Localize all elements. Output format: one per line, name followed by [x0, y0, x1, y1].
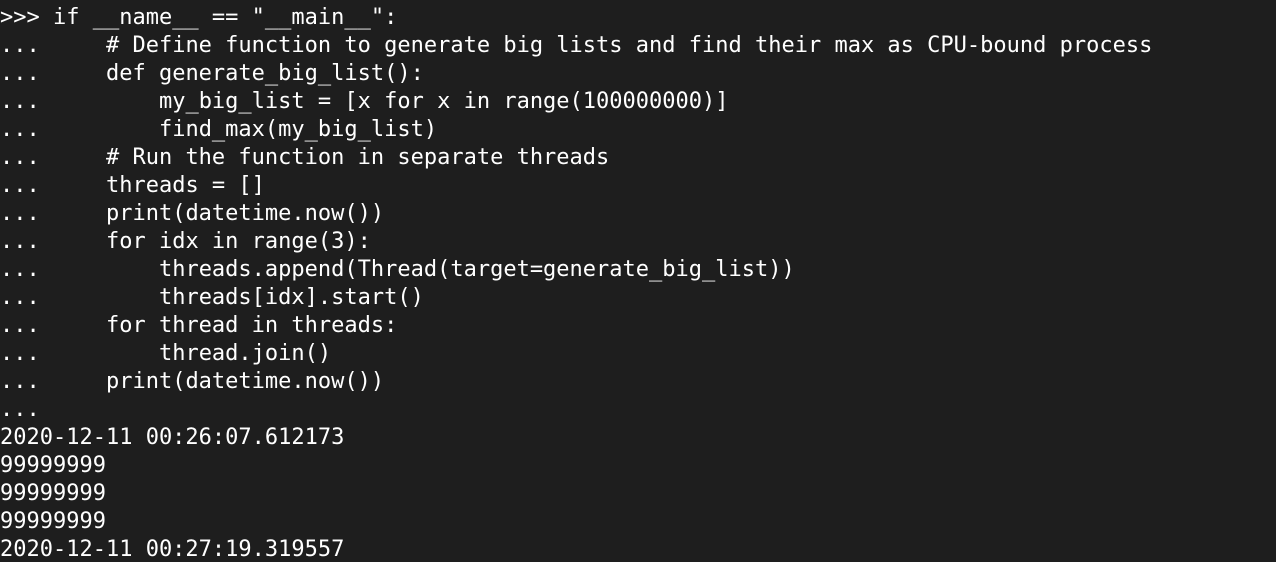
output-line-max-value: 99999999	[0, 481, 106, 506]
repl-line: ... for idx in range(3):	[0, 228, 1276, 256]
repl-line: ... # Define function to generate big li…	[0, 32, 1276, 60]
repl-line: ... threads[idx].start()	[0, 284, 1276, 312]
repl-code: for thread in threads:	[105, 313, 398, 338]
repl-line: ... thread.join()	[0, 340, 1276, 368]
repl-code: threads.append(Thread(target=generate_bi…	[158, 257, 795, 282]
repl-code: threads[idx].start()	[158, 285, 424, 310]
repl-line: ... # Run the function in separate threa…	[0, 144, 1276, 172]
repl-line: ... find_max(my_big_list)	[0, 116, 1276, 144]
repl-code: print(datetime.now())	[105, 201, 385, 226]
repl-line: ... for thread in threads:	[0, 312, 1276, 340]
repl-prompt: ...	[0, 313, 106, 338]
repl-code: threads = []	[105, 173, 265, 198]
repl-line: >>> if __name__ == "__main__":	[0, 4, 1276, 32]
repl-line: ... threads.append(Thread(target=generat…	[0, 256, 1276, 284]
repl-prompt: ...	[0, 201, 106, 226]
repl-line: ... def generate_big_list():	[0, 60, 1276, 88]
repl-prompt: ...	[0, 341, 159, 366]
output-line-start-timestamp: 2020-12-11 00:26:07.612173	[0, 425, 345, 450]
repl-code: def generate_big_list():	[105, 61, 424, 86]
repl-prompt: ...	[0, 397, 40, 422]
repl-prompt: ...	[0, 33, 106, 58]
repl-prompt: ...	[0, 173, 106, 198]
output-line-end-timestamp: 2020-12-11 00:27:19.319557	[0, 537, 345, 562]
repl-prompt: ...	[0, 229, 106, 254]
repl-prompt: ...	[0, 369, 106, 394]
repl-prompt: ...	[0, 89, 159, 114]
output-line-max-value: 99999999	[0, 453, 106, 478]
repl-code: print(datetime.now())	[105, 369, 385, 394]
repl-line: ... print(datetime.now())	[0, 368, 1276, 396]
repl-line: ... threads = []	[0, 172, 1276, 200]
repl-prompt: ...	[0, 61, 106, 86]
repl-code: if __name__ == "__main__":	[52, 5, 398, 30]
repl-code: # Define function to generate big lists …	[105, 33, 1153, 58]
repl-code: for idx in range(3):	[105, 229, 371, 254]
repl-prompt: >>>	[0, 5, 53, 30]
repl-line: ...	[0, 396, 1276, 424]
repl-line: ... my_big_list = [x for x in range(1000…	[0, 88, 1276, 116]
output-line-max-value: 99999999	[0, 509, 106, 534]
repl-line: ... print(datetime.now())	[0, 200, 1276, 228]
terminal-window[interactable]: >>> if __name__ == "__main__": ... # Def…	[0, 0, 1276, 562]
repl-prompt: ...	[0, 145, 106, 170]
repl-code: thread.join()	[158, 341, 332, 366]
repl-prompt: ...	[0, 285, 159, 310]
repl-code: # Run the function in separate threads	[105, 145, 610, 170]
repl-prompt: ...	[0, 117, 159, 142]
repl-code: my_big_list = [x for x in range(10000000…	[158, 89, 729, 114]
repl-code: find_max(my_big_list)	[158, 117, 438, 142]
repl-prompt: ...	[0, 257, 159, 282]
